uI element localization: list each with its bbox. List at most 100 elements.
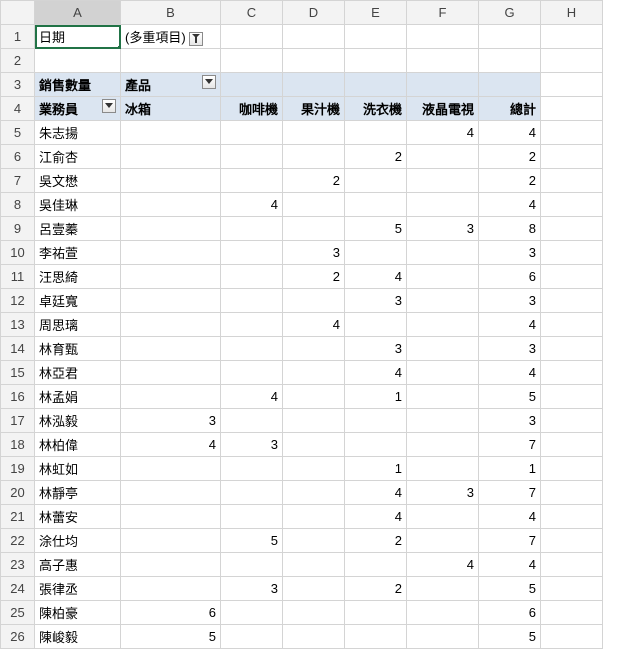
data-cell[interactable]: 5 xyxy=(479,577,541,601)
data-cell[interactable] xyxy=(221,265,283,289)
cell-H[interactable] xyxy=(541,481,603,505)
cell-C[interactable] xyxy=(221,73,283,97)
data-cell[interactable]: 5 xyxy=(221,529,283,553)
data-cell[interactable] xyxy=(407,169,479,193)
pivot-col-總計[interactable]: 總計 xyxy=(479,97,541,121)
cell-H[interactable] xyxy=(541,73,603,97)
data-cell[interactable] xyxy=(283,217,345,241)
data-cell[interactable] xyxy=(221,553,283,577)
data-cell[interactable]: 2 xyxy=(345,529,407,553)
cell-H[interactable] xyxy=(541,169,603,193)
cell-F[interactable] xyxy=(407,49,479,73)
cell-C[interactable] xyxy=(221,25,283,49)
pivot-col-果汁機[interactable]: 果汁機 xyxy=(283,97,345,121)
cell-H[interactable] xyxy=(541,145,603,169)
data-cell[interactable]: 4 xyxy=(479,553,541,577)
col-header-H[interactable]: H xyxy=(541,1,603,25)
cell-H[interactable] xyxy=(541,577,603,601)
data-cell[interactable] xyxy=(283,529,345,553)
row-label[interactable]: 林靜亭 xyxy=(35,481,121,505)
data-cell[interactable] xyxy=(283,145,345,169)
row-header-3[interactable]: 3 xyxy=(1,73,35,97)
data-cell[interactable] xyxy=(283,601,345,625)
data-cell[interactable] xyxy=(283,361,345,385)
data-cell[interactable]: 5 xyxy=(121,625,221,649)
data-cell[interactable] xyxy=(283,121,345,145)
row-header-14[interactable]: 14 xyxy=(1,337,35,361)
cell-D[interactable] xyxy=(283,49,345,73)
data-cell[interactable] xyxy=(121,481,221,505)
row-header-23[interactable]: 23 xyxy=(1,553,35,577)
data-cell[interactable]: 4 xyxy=(407,553,479,577)
spreadsheet-grid[interactable]: A B C D E F G H 1日期(多重項目)23銷售數量產品4業務員冰箱咖… xyxy=(0,0,603,649)
data-cell[interactable]: 5 xyxy=(479,625,541,649)
data-cell[interactable]: 3 xyxy=(479,241,541,265)
cell-E[interactable] xyxy=(345,73,407,97)
pivot-col-洗衣機[interactable]: 洗衣機 xyxy=(345,97,407,121)
data-cell[interactable] xyxy=(407,337,479,361)
row-label[interactable]: 林育甄 xyxy=(35,337,121,361)
row-header-7[interactable]: 7 xyxy=(1,169,35,193)
data-cell[interactable] xyxy=(221,217,283,241)
data-cell[interactable]: 3 xyxy=(479,337,541,361)
data-cell[interactable] xyxy=(221,361,283,385)
row-label[interactable]: 呂壹蓁 xyxy=(35,217,121,241)
data-cell[interactable]: 3 xyxy=(479,289,541,313)
cell-H[interactable] xyxy=(541,433,603,457)
data-cell[interactable] xyxy=(407,409,479,433)
row-label[interactable]: 卓廷寬 xyxy=(35,289,121,313)
data-cell[interactable]: 4 xyxy=(221,193,283,217)
data-cell[interactable] xyxy=(407,457,479,481)
row-label[interactable]: 林亞君 xyxy=(35,361,121,385)
row-header-2[interactable]: 2 xyxy=(1,49,35,73)
data-cell[interactable] xyxy=(221,457,283,481)
row-header-8[interactable]: 8 xyxy=(1,193,35,217)
row-label[interactable]: 陳峻毅 xyxy=(35,625,121,649)
row-label[interactable]: 陳柏豪 xyxy=(35,601,121,625)
data-cell[interactable] xyxy=(407,529,479,553)
col-header-D[interactable]: D xyxy=(283,1,345,25)
cell-H[interactable] xyxy=(541,121,603,145)
row-label[interactable]: 朱志揚 xyxy=(35,121,121,145)
cell-H[interactable] xyxy=(541,625,603,649)
data-cell[interactable] xyxy=(121,241,221,265)
data-cell[interactable] xyxy=(345,625,407,649)
data-cell[interactable] xyxy=(121,289,221,313)
data-cell[interactable] xyxy=(345,553,407,577)
cell-H[interactable] xyxy=(541,265,603,289)
row-label[interactable]: 林蕾安 xyxy=(35,505,121,529)
data-cell[interactable] xyxy=(407,241,479,265)
row-header-15[interactable]: 15 xyxy=(1,361,35,385)
data-cell[interactable]: 4 xyxy=(479,193,541,217)
data-cell[interactable] xyxy=(121,193,221,217)
col-header-E[interactable]: E xyxy=(345,1,407,25)
col-header-G[interactable]: G xyxy=(479,1,541,25)
row-header-18[interactable]: 18 xyxy=(1,433,35,457)
pivot-values-label[interactable]: 銷售數量 xyxy=(35,73,121,97)
data-cell[interactable] xyxy=(121,217,221,241)
pivot-col-液晶電視[interactable]: 液晶電視 xyxy=(407,97,479,121)
filter-dropdown-icon[interactable] xyxy=(189,32,203,46)
data-cell[interactable]: 4 xyxy=(121,433,221,457)
data-cell[interactable]: 4 xyxy=(345,361,407,385)
cell-G[interactable] xyxy=(479,49,541,73)
data-cell[interactable]: 2 xyxy=(345,577,407,601)
data-cell[interactable] xyxy=(283,553,345,577)
row-header-19[interactable]: 19 xyxy=(1,457,35,481)
pivot-col-field[interactable]: 產品 xyxy=(121,73,221,97)
data-cell[interactable]: 4 xyxy=(479,313,541,337)
data-cell[interactable]: 8 xyxy=(479,217,541,241)
data-cell[interactable] xyxy=(121,505,221,529)
data-cell[interactable] xyxy=(407,577,479,601)
row-label[interactable]: 江俞杏 xyxy=(35,145,121,169)
data-cell[interactable] xyxy=(345,433,407,457)
pivot-col-咖啡機[interactable]: 咖啡機 xyxy=(221,97,283,121)
data-cell[interactable] xyxy=(221,289,283,313)
data-cell[interactable]: 2 xyxy=(479,145,541,169)
data-cell[interactable] xyxy=(121,145,221,169)
cell-D[interactable] xyxy=(283,25,345,49)
cell-H[interactable] xyxy=(541,361,603,385)
row-header-10[interactable]: 10 xyxy=(1,241,35,265)
data-cell[interactable] xyxy=(345,193,407,217)
data-cell[interactable]: 7 xyxy=(479,481,541,505)
